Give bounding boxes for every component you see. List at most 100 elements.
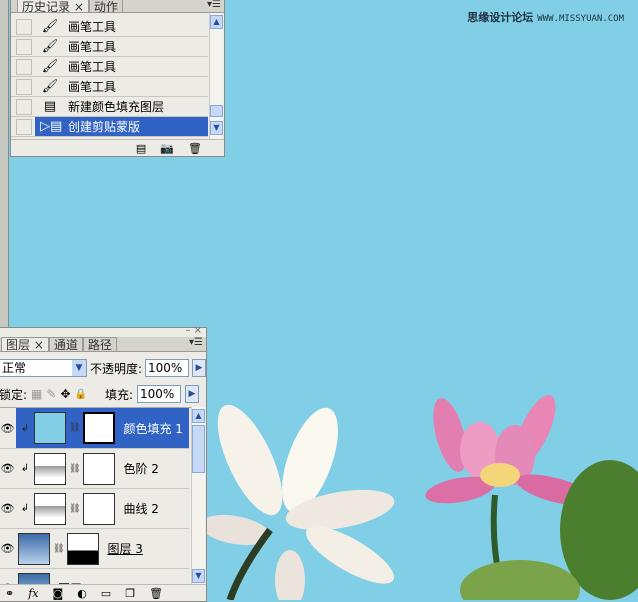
visibility-eye-icon[interactable]: 👁 [0,489,16,528]
trash-icon[interactable]: 🗑 [188,142,202,155]
lock-image-icon[interactable]: ✎ [46,387,56,401]
layer-row[interactable]: 👁 ↲ ⛓ 色阶 2 [0,449,189,489]
mask-thumbnail[interactable] [67,532,100,565]
link-layers-icon[interactable]: ⚭ [5,587,14,600]
layer-row[interactable]: 👁 ↲ ⛓ 颜色填充 1 [0,408,189,449]
adjustment-thumbnail [34,492,66,525]
history-item[interactable]: 🖌 画笔工具 [11,77,208,97]
opacity-input[interactable]: 100% [145,359,189,377]
chain-link-icon[interactable]: ⛓ [69,423,80,433]
history-scrollbar[interactable]: ▲ ▼ [209,13,223,139]
scroll-up-button[interactable]: ▲ [192,409,205,423]
layer-name[interactable]: 曲线 2 [123,500,158,517]
layer-row[interactable]: 👁 ↲ ⛓ 曲线 2 [0,489,189,529]
add-mask-icon[interactable]: ◙ [53,587,64,600]
history-panel-tabs: 历史记录 × 动作 ▾☰ [11,0,224,14]
chain-link-icon[interactable]: ⛓ [69,504,80,514]
layers-panel: – × 图层 × 通道 路径 ▾☰ 正常 ▼ 不透明度: 100% ▶ 锁定: ▦… [0,325,207,602]
layer-name[interactable]: 图层 3 [107,540,142,557]
history-item[interactable]: 🖌 画笔工具 [11,37,208,57]
scroll-down-button[interactable]: ▼ [192,569,205,583]
trash-icon[interactable]: 🗑 [149,587,163,600]
history-brush-source-checkbox[interactable] [16,58,32,75]
watermark-url: WWW.MISSYUAN.COM [537,14,624,24]
adjustment-layer-icon[interactable]: ◐ [77,587,87,600]
history-item[interactable]: 🖌 画笔工具 [11,17,208,37]
history-item-label: 新建颜色填充图层 [68,100,165,114]
fill-slider-button[interactable]: ▶ [185,385,200,403]
layers-list: 👁 ↲ ⛓ 颜色填充 1 👁 ↲ ⛓ 色阶 2 👁 ↲ ⛓ 曲线 2 👁 ⛓ 图层 3 👁图层 4 [0,407,191,585]
history-brush-source-checkbox[interactable] [16,78,32,95]
clipping-arrow-icon: ↲ [20,463,30,474]
close-tab-icon[interactable]: × [34,338,44,352]
layers-toolbar: ⚭ fx ◙ ◐ ▭ ❐ 🗑 [0,584,206,601]
history-brush-source-checkbox[interactable] [16,38,32,55]
lock-label: 锁定: [0,387,28,402]
blend-row: 正常 ▼ 不透明度: 100% ▶ [0,357,206,379]
clipping-arrow-icon: ↲ [20,422,30,434]
new-layer-icon[interactable]: ❐ [125,587,135,600]
lock-row: 锁定: ▦ ✎ ✥ 🔒 填充: 100% ▶ [0,383,206,405]
new-document-from-state-icon[interactable]: ▤ [136,142,146,155]
layers-scrollbar[interactable]: ▲ ▼ [191,407,205,585]
new-group-icon[interactable]: ▭ [101,587,111,600]
scroll-up-button[interactable]: ▲ [210,15,223,29]
clipping-arrow-icon: ↲ [20,503,30,514]
history-toolbar: ▤ 📷 🗑 [11,139,224,156]
watermark-site-name: 思缘设计论坛 [467,11,534,24]
chain-link-icon[interactable]: ⛓ [53,544,64,554]
visibility-eye-icon[interactable]: 👁 [0,529,16,568]
history-item-label: 画笔工具 [68,40,117,54]
history-brush-source-checkbox[interactable] [16,118,32,135]
visibility-eye-icon[interactable]: 👁 [0,408,16,448]
visibility-eye-icon[interactable]: 👁 [0,569,16,585]
tab-actions[interactable]: 动作 [88,0,123,14]
layer-name[interactable]: 颜色填充 1 [123,420,182,437]
history-brush-source-checkbox[interactable] [16,98,32,115]
brush-icon: 🖌 [41,19,59,34]
scroll-thumb[interactable] [192,425,205,473]
history-list: 🖌 画笔工具 🖌 画笔工具 🖌 画笔工具 🖌 画笔工具 ▤ 新建颜色填充图层 ▷▤ 创建剪贴蒙版 [11,13,211,139]
lotus-photo [200,395,638,600]
history-brush-source-checkbox[interactable] [16,18,32,35]
history-state-icon: ▤ [43,99,57,114]
scroll-down-button[interactable]: ▼ [210,121,223,135]
tab-history[interactable]: 历史记录 × [17,0,89,14]
tab-channels[interactable]: 通道 [48,337,83,352]
new-snapshot-icon[interactable]: 📷 [160,142,174,155]
fill-input[interactable]: 100% [137,385,182,403]
mask-thumbnail[interactable] [83,492,116,525]
lock-all-icon[interactable]: 🔒 [75,389,87,400]
fill-label: 填充: [104,387,134,402]
watermark: 思缘设计论坛 WWW.MISSYUAN.COM [467,9,624,25]
mask-thumbnail[interactable] [83,412,116,444]
scroll-thumb[interactable] [210,105,223,117]
panel-menu-icon[interactable]: ▾☰ [189,337,203,348]
tab-paths[interactable]: 路径 [82,337,117,352]
mask-thumbnail[interactable] [83,452,116,485]
history-state-icon: ▷▤ [40,119,63,134]
layer-row[interactable]: 👁图层 4 [0,569,189,585]
adjustment-thumbnail [34,452,66,485]
minimize-close-icons[interactable]: – × [185,325,202,336]
chevron-down-icon: ▼ [71,360,86,376]
brush-icon: 🖌 [41,59,59,74]
chain-link-icon[interactable]: ⛓ [69,464,80,474]
blend-mode-select[interactable]: 正常 ▼ [0,359,87,377]
opacity-slider-button[interactable]: ▶ [192,359,206,377]
history-item[interactable]: 🖌 画笔工具 [11,57,208,77]
history-item[interactable]: ▷▤ 创建剪贴蒙版 [11,117,208,137]
layer-name[interactable]: 色阶 2 [123,460,158,477]
tab-layers[interactable]: 图层 × [1,337,49,352]
visibility-eye-icon[interactable]: 👁 [0,449,16,488]
lock-transparent-icon[interactable]: ▦ [31,387,42,401]
lock-position-icon[interactable]: ✥ [60,387,70,401]
close-tab-icon[interactable]: × [74,0,84,14]
history-item[interactable]: ▤ 新建颜色填充图层 [11,97,208,117]
layer-row[interactable]: 👁 ⛓ 图层 3 [0,529,189,569]
panel-menu-icon[interactable]: ▾☰ [207,0,221,10]
layer-thumbnail [18,532,50,565]
history-item-label: 画笔工具 [68,60,117,74]
layer-style-fx-icon[interactable]: fx [28,587,38,600]
panel-dock-edge [0,0,9,330]
